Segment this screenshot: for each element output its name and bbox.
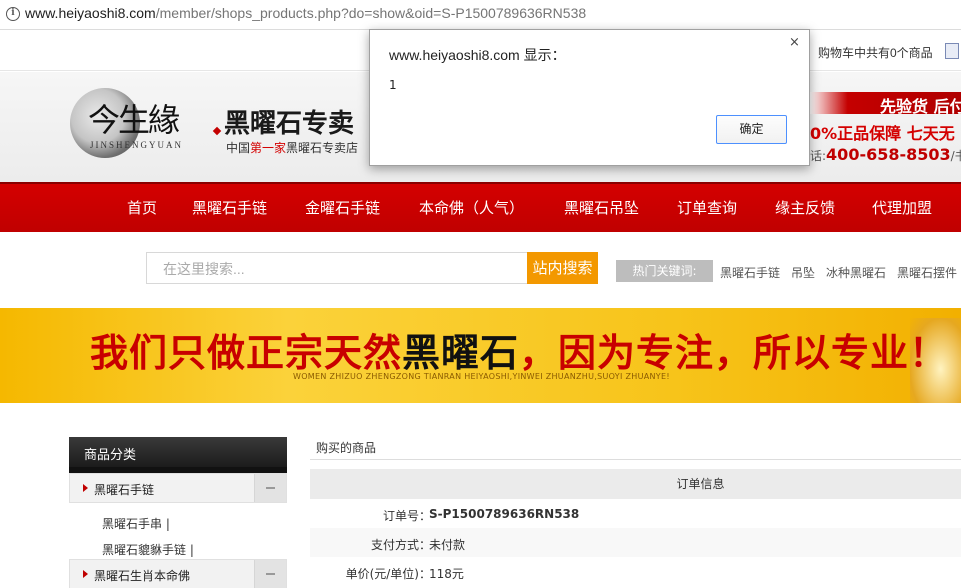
phone-suffix: /书 [950, 149, 961, 163]
url-host: www.heiyaoshi8.com [25, 5, 156, 21]
dialog-title: www.heiyaoshi8.com 显示： [389, 47, 566, 63]
order-row: 单价(元/单位)： 118元 [310, 557, 961, 586]
hot-keyword[interactable]: 冰种黑曜石 [826, 264, 886, 281]
nav-item-buddha[interactable]: 本命佛（人气） [419, 197, 524, 218]
subcategory-link[interactable]: 黑曜石手串 | [102, 515, 170, 532]
order-key: 单价(元/单位)： [345, 567, 431, 581]
banner-slogan: 我们只做正宗天然黑曜石，因为专注，所以专业！ [90, 322, 948, 377]
order-row: 订单号： S-P1500789636RN538 [310, 499, 961, 528]
purchased-goods-title: 购买的商品 [316, 441, 377, 455]
url-path: /member/shops_products.php?do=show&oid=S… [155, 5, 587, 21]
subtitle-highlight: 第一家 [250, 141, 287, 155]
order-value: S-P1500789636RN538 [429, 507, 580, 521]
category-item[interactable]: 黑曜石手链 [69, 473, 287, 503]
search-button[interactable]: 站内搜索 [527, 252, 598, 284]
hot-keyword[interactable]: 吊坠 [791, 264, 815, 281]
site-title[interactable]: 黑曜石专卖 [224, 103, 354, 140]
subcategory-link[interactable]: 黑曜石貔貅手链 | [102, 541, 194, 558]
promo-phone: 话:400-658-8503/书 [810, 145, 961, 164]
nav-item-home[interactable]: 首页 [127, 197, 157, 218]
triangle-right-icon [83, 570, 88, 578]
slogan-part-3: ，因为专注，所以专业！ [519, 331, 949, 375]
order-row: 支付方式： 未付款 [310, 528, 961, 557]
banner-pinyin: WOMEN ZHIZUO ZHENGZONG TIANRAN HEIYAOSHI… [293, 372, 670, 381]
subtitle-prefix: 中国 [226, 141, 251, 155]
ok-button[interactable]: 确定 [716, 115, 787, 144]
slogan-part-2: 黑曜石 [402, 331, 520, 375]
collapse-toggle[interactable] [254, 474, 286, 502]
promo-line-1: 先验货 后付 [880, 97, 961, 116]
nav-item-feedback[interactable]: 缘主反馈 [775, 197, 835, 218]
section-divider [310, 459, 961, 460]
collapse-toggle[interactable] [254, 560, 286, 588]
order-value: 118元 [429, 567, 464, 581]
category-label: 黑曜石手链 [94, 483, 155, 497]
triangle-right-icon [83, 484, 88, 492]
main-nav: 首页 黑曜石手链 金曜石手链 本命佛（人气） 黑曜石吊坠 订单查询 缘主反馈 代… [0, 182, 961, 232]
order-value: 未付款 [429, 538, 466, 552]
phone-number: 400-658-8503 [826, 145, 951, 164]
search-input[interactable]: 在这里搜索... [146, 252, 528, 284]
order-key: 支付方式： [370, 538, 431, 552]
category-item[interactable]: 黑曜石生肖本命佛 [69, 559, 287, 588]
category-label: 黑曜石生肖本命佛 [94, 569, 191, 583]
nav-item-order-query[interactable]: 订单查询 [677, 197, 737, 218]
order-info-header: 订单信息 [310, 469, 961, 499]
category-header: 商品分类 [69, 437, 287, 467]
slogan-part-1: 我们只做正宗天然 [90, 331, 403, 375]
minus-icon [266, 487, 275, 489]
hot-keyword[interactable]: 黑曜石手链 [720, 264, 780, 281]
dialog-message: 1 [389, 78, 397, 92]
cart-summary[interactable]: 购物车中共有0个商品 [818, 44, 933, 61]
hot-keywords-label: 热门关键词: [616, 260, 713, 282]
logo-english: JINSHENGYUAN [90, 140, 183, 150]
site-info-icon[interactable]: i [6, 7, 20, 21]
subtitle-suffix: 黑曜石专卖店 [286, 141, 359, 155]
site-subtitle: 中国第一家黑曜石专卖店 [226, 139, 358, 156]
close-icon[interactable]: × [789, 35, 800, 50]
cart-icon[interactable] [945, 43, 959, 59]
nav-item-obsidian-bracelet[interactable]: 黑曜石手链 [192, 197, 267, 218]
minus-icon [266, 573, 275, 575]
url-text[interactable]: www.heiyaoshi8.com/member/shops_products… [25, 5, 586, 21]
promo-line-2: 0%正品保障 七天无 [810, 124, 955, 143]
hot-keyword[interactable]: 黑曜石摆件 [897, 264, 957, 281]
nav-item-pendant[interactable]: 黑曜石吊坠 [564, 197, 639, 218]
order-key: 订单号： [382, 509, 431, 523]
logo-calligraphy: 今生緣 [88, 101, 180, 139]
nav-item-gold-obsidian[interactable]: 金曜石手链 [305, 197, 380, 218]
phone-label: 话: [810, 149, 827, 163]
nav-item-agent[interactable]: 代理加盟 [872, 197, 932, 218]
